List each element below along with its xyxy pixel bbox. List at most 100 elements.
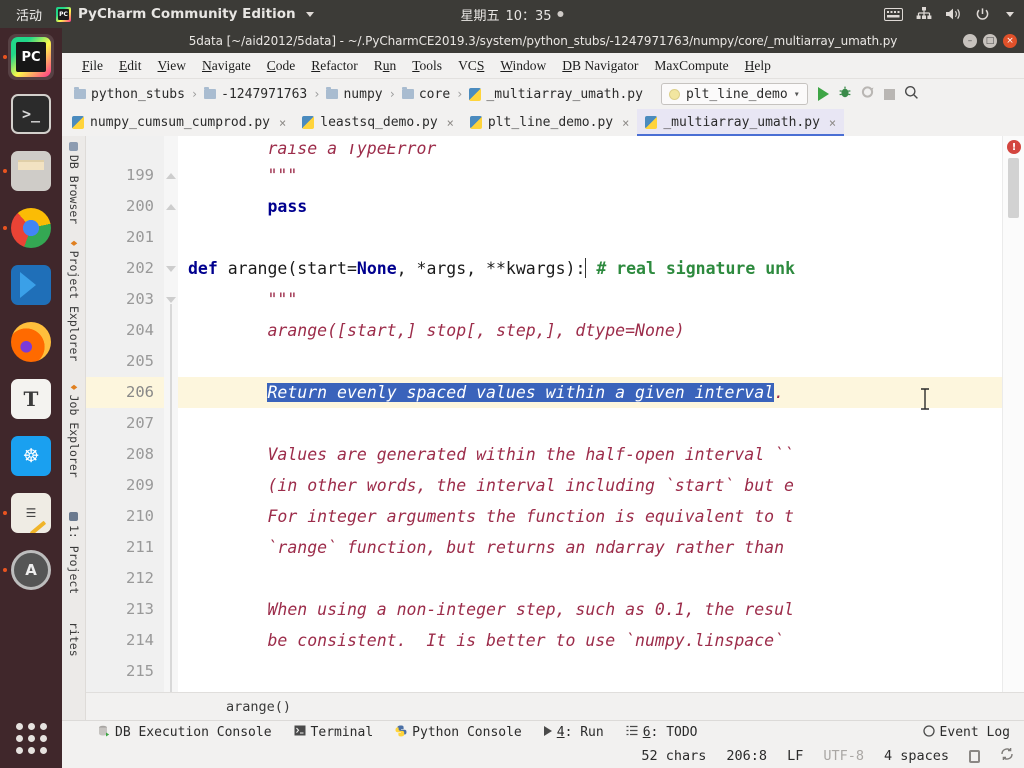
dock-item-software-updater[interactable]: A bbox=[3, 547, 54, 593]
dock-item-vscode[interactable] bbox=[8, 262, 54, 308]
close-icon[interactable]: × bbox=[447, 116, 454, 130]
status-line-separator[interactable]: LF bbox=[787, 748, 803, 764]
menu-item-refactor[interactable]: Refactor bbox=[303, 56, 365, 76]
tab-numpy_cumsum_cumprod[interactable]: numpy_cumsum_cumprod.py × bbox=[64, 109, 294, 136]
tool-window-event-log[interactable]: Event Log bbox=[922, 724, 1010, 741]
maximize-button[interactable]: □ bbox=[983, 33, 997, 48]
tab-_multiarray_umath[interactable]: _multiarray_umath.py × bbox=[637, 109, 845, 136]
lock-icon[interactable] bbox=[969, 749, 980, 763]
stripe-button-project-explorer[interactable]: ♦ Project Explorer bbox=[67, 240, 81, 361]
breadcrumb-python_stubs[interactable]: python_stubs bbox=[70, 85, 189, 104]
tool-window-run[interactable]: 4: Run bbox=[543, 725, 604, 740]
breadcrumb-1247971763[interactable]: -1247971763 bbox=[200, 85, 311, 104]
menu-item-run[interactable]: Run bbox=[366, 56, 405, 76]
dock-item-firefox[interactable] bbox=[8, 319, 54, 365]
volume-icon[interactable] bbox=[945, 7, 962, 21]
network-icon[interactable] bbox=[916, 7, 932, 21]
breadcrumb-multiarray-umath[interactable]: _multiarray_umath.py bbox=[465, 85, 647, 104]
code-line-202[interactable]: def arange(start=None, *args, **kwargs):… bbox=[178, 253, 1002, 284]
tab-leastsq_demo[interactable]: leastsq_demo.py × bbox=[294, 109, 462, 136]
structure-breadcrumb[interactable]: arange() bbox=[226, 699, 291, 715]
system-tray[interactable] bbox=[884, 7, 1014, 22]
status-caret-position[interactable]: 206:8 bbox=[726, 748, 767, 764]
fold-marker-expand[interactable] bbox=[164, 253, 178, 284]
code-line-215[interactable] bbox=[178, 656, 1002, 687]
tool-window-db-execution-console[interactable]: DB Execution Console bbox=[98, 725, 272, 741]
fold-marker-collapse[interactable] bbox=[164, 191, 178, 222]
fold-marker-collapse[interactable] bbox=[164, 160, 178, 191]
activities-button[interactable]: 活动 bbox=[0, 5, 56, 24]
error-badge-icon[interactable]: ! bbox=[1007, 140, 1021, 154]
dock-item-terminal[interactable]: >_ bbox=[8, 91, 54, 137]
editor-error-stripe[interactable]: ! bbox=[1002, 136, 1024, 692]
dock-item-notes[interactable]: ☰ bbox=[3, 490, 54, 536]
code-line-198[interactable]: raise a TypeError bbox=[178, 144, 1002, 160]
close-button[interactable]: × bbox=[1003, 33, 1017, 48]
breadcrumb-numpy[interactable]: numpy bbox=[322, 85, 386, 104]
close-icon[interactable]: × bbox=[279, 116, 286, 130]
code-line-211[interactable]: `range` function, but returns an ndarray… bbox=[178, 532, 1002, 563]
power-icon[interactable] bbox=[975, 7, 990, 22]
tool-window-python-console[interactable]: Python Console bbox=[395, 725, 522, 741]
active-app-menu[interactable]: PyCharm Community Edition bbox=[56, 6, 314, 22]
menu-item-help[interactable]: Help bbox=[737, 56, 779, 76]
search-everywhere-icon[interactable] bbox=[904, 85, 919, 104]
debug-icon[interactable] bbox=[838, 85, 852, 103]
breadcrumb-core[interactable]: core bbox=[398, 85, 454, 104]
stripe-button-job-explorer[interactable]: ♦ Job Explorer bbox=[67, 384, 81, 478]
code-line-206[interactable]: Return evenly spaced values within a giv… bbox=[178, 377, 1002, 408]
close-icon[interactable]: × bbox=[829, 116, 836, 130]
code-line-203[interactable]: """ bbox=[178, 284, 1002, 315]
menu-item-tools[interactable]: Tools bbox=[404, 56, 450, 76]
keyboard-icon[interactable] bbox=[884, 7, 903, 21]
code-line-208[interactable]: Values are generated within the half-ope… bbox=[178, 439, 1002, 470]
tray-chevron-down-icon[interactable] bbox=[1006, 11, 1014, 17]
status-encoding[interactable]: UTF-8 bbox=[823, 748, 864, 764]
code-line-204[interactable]: arange([start,] stop[, step,], dtype=Non… bbox=[178, 315, 1002, 346]
menu-item-edit[interactable]: Edit bbox=[111, 56, 150, 76]
menu-item-maxcompute[interactable]: MaxCompute bbox=[646, 56, 736, 76]
code-line-199[interactable]: """ bbox=[178, 160, 1002, 191]
dock-item-pycharm[interactable] bbox=[3, 34, 54, 80]
coverage-icon[interactable] bbox=[861, 85, 875, 103]
status-indent[interactable]: 4 spaces bbox=[884, 748, 949, 764]
tool-window-terminal[interactable]: Terminal bbox=[294, 725, 373, 740]
menu-item-vcs[interactable]: VCS bbox=[450, 56, 492, 76]
sync-icon[interactable] bbox=[1000, 747, 1014, 765]
code-line-200[interactable]: pass bbox=[178, 191, 1002, 222]
selected-text[interactable]: Return evenly spaced values within a giv… bbox=[267, 383, 775, 402]
code-line-216[interactable] bbox=[178, 687, 1002, 692]
menu-item-code[interactable]: Code bbox=[259, 56, 304, 76]
stripe-button-db-browser[interactable]: DB Browser bbox=[67, 142, 81, 224]
dock-item-files[interactable] bbox=[3, 148, 54, 194]
minimize-button[interactable]: – bbox=[963, 33, 977, 48]
menu-item-file[interactable]: File bbox=[74, 56, 111, 76]
code-line-201[interactable] bbox=[178, 222, 1002, 253]
menu-item-window[interactable]: Window bbox=[492, 56, 554, 76]
run-icon[interactable] bbox=[817, 87, 829, 101]
code-line-205[interactable] bbox=[178, 346, 1002, 377]
show-applications-button[interactable] bbox=[15, 723, 47, 754]
tab-plt_line_demo[interactable]: plt_line_demo.py × bbox=[462, 109, 637, 136]
stripe-button-favorites[interactable]: rites bbox=[67, 622, 81, 657]
menu-item-navigate[interactable]: Navigate bbox=[194, 56, 259, 76]
code-line-214[interactable]: be consistent. It is better to use `nump… bbox=[178, 625, 1002, 656]
code-text-area[interactable]: raise a TypeError """ pass def arange(st… bbox=[178, 136, 1002, 692]
dock-item-typora[interactable]: T bbox=[8, 376, 54, 422]
stripe-button-project[interactable]: 1: Project bbox=[67, 512, 81, 594]
clock-menu[interactable]: 星期五 10：35 bbox=[460, 5, 564, 24]
tool-window-todo[interactable]: 6: TODO bbox=[626, 725, 698, 740]
code-line-209[interactable]: (in other words, the interval including … bbox=[178, 470, 1002, 501]
menu-item-db-navigator[interactable]: DB Navigator bbox=[554, 56, 646, 76]
run-configuration-selector[interactable]: plt_line_demo ▾ bbox=[660, 83, 808, 105]
code-line-207[interactable] bbox=[178, 408, 1002, 439]
code-line-212[interactable] bbox=[178, 563, 1002, 594]
editor-vertical-scrollbar[interactable] bbox=[1008, 158, 1019, 218]
dock-item-wechat[interactable]: ☸ bbox=[8, 433, 54, 479]
code-line-210[interactable]: For integer arguments the function is eq… bbox=[178, 501, 1002, 532]
menu-item-view[interactable]: View bbox=[150, 56, 194, 76]
stop-icon[interactable] bbox=[883, 88, 895, 100]
close-icon[interactable]: × bbox=[622, 116, 629, 130]
dock-item-chrome[interactable] bbox=[3, 205, 54, 251]
code-line-213[interactable]: When using a non-integer step, such as 0… bbox=[178, 594, 1002, 625]
